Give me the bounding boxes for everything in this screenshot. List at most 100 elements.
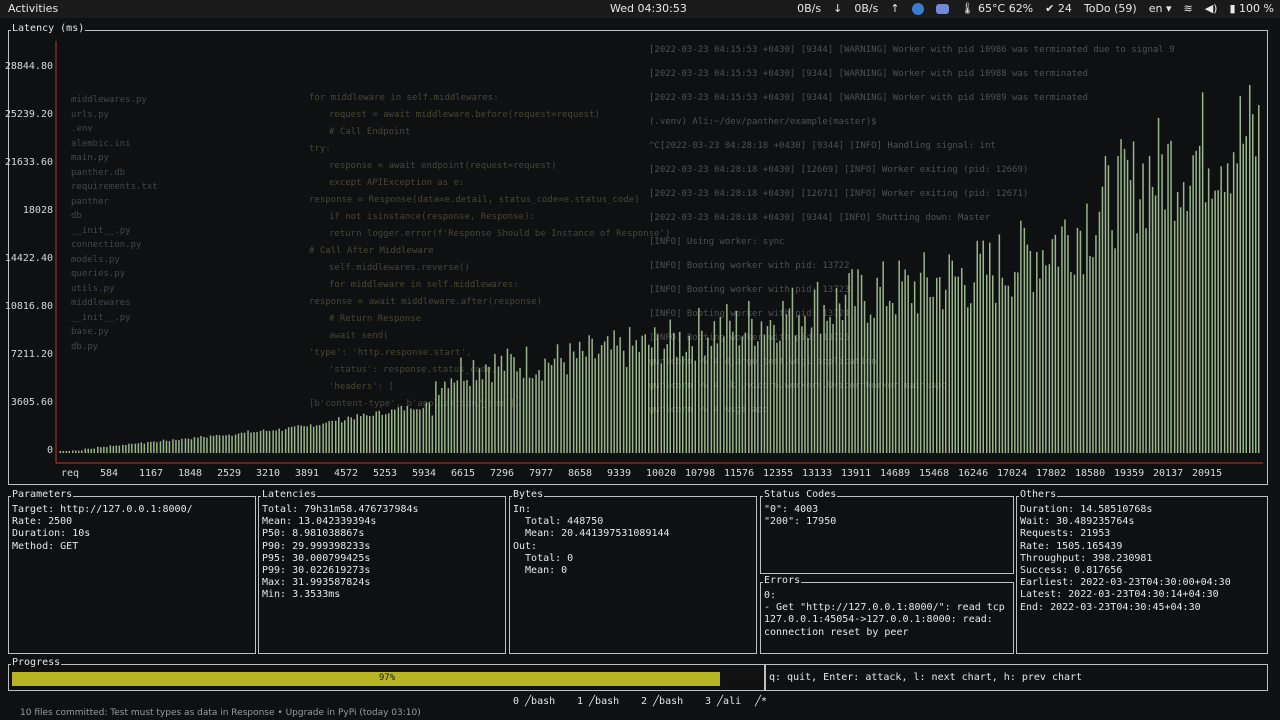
tmux-window-3[interactable]: 3 ╱ali — [705, 696, 741, 707]
latency-bar — [1186, 150, 1197, 454]
latency-bar — [309, 424, 321, 453]
latency-bar — [860, 274, 872, 453]
latency-bar — [222, 434, 233, 453]
latency-bar — [547, 344, 559, 453]
latency-bar — [97, 446, 108, 453]
upload-arrow-icon: ↑ — [890, 2, 900, 15]
latency-bar — [1123, 141, 1135, 454]
latency-bar — [372, 410, 383, 453]
latency-bar — [1086, 203, 1097, 453]
latency-bar — [122, 443, 133, 453]
latency-bar — [923, 252, 934, 453]
latency-bar — [572, 341, 584, 453]
activities-button[interactable]: Activities — [8, 2, 58, 15]
latency-bar — [710, 316, 722, 453]
latency-bar — [497, 348, 509, 453]
latency-bar — [773, 300, 784, 453]
latency-bar — [209, 434, 221, 453]
help-panel: q: quit, Enter: attack, l: next chart, h… — [764, 664, 1268, 691]
bytes-panel: Bytes In: Total: 448750 Mean: 20.4413975… — [509, 489, 757, 654]
battery-icon: ▮ — [1229, 2, 1236, 15]
discord-icon[interactable] — [935, 3, 949, 14]
latency-bar — [1161, 140, 1172, 454]
chevron-down-icon: ▾ — [1165, 2, 1172, 15]
latencies-panel: Latencies Total: 79h31m58.476737984s Mea… — [258, 489, 506, 654]
clock[interactable]: Wed 04:30:53 — [610, 2, 687, 15]
latency-bar — [72, 450, 83, 453]
latency-bar — [172, 438, 183, 453]
others-panel: Others Duration: 14.58510768s Wait: 30.4… — [1016, 489, 1268, 654]
latency-bar — [1211, 166, 1222, 454]
latency-bar — [247, 430, 258, 453]
latency-bar — [698, 307, 709, 453]
latency-bar — [986, 242, 997, 453]
system-tray: 0B/s ↓ 0B/s ↑ 🌡 65°C 62% ✔ 24 ToDo (59) … — [797, 2, 1274, 15]
latency-bar — [1073, 227, 1085, 453]
latency-bar — [1061, 219, 1072, 453]
latency-bar — [848, 269, 859, 453]
temperature-value: 65°C 62% — [978, 2, 1034, 15]
latency-bar — [510, 354, 521, 453]
latency-bar — [810, 281, 822, 453]
updates-indicator[interactable]: ✔ 24 — [1045, 2, 1072, 15]
progress-title: Progress — [11, 657, 62, 668]
others-content: Duration: 14.58510768s Wait: 30.48923576… — [1020, 504, 1231, 613]
bytes-title: Bytes — [512, 489, 545, 502]
updates-count: 24 — [1057, 2, 1072, 15]
thermometer-icon: 🌡 — [960, 2, 975, 15]
errors-panel: Errors 0: - Get "http://127.0.0.1:8000/"… — [760, 575, 1014, 654]
latency-bar — [1223, 152, 1235, 454]
latency-bar — [1011, 220, 1022, 453]
net-down-speed: 0B/s — [797, 2, 822, 15]
latency-bar — [535, 358, 546, 453]
tmux-window-0[interactable]: 0 ╱bash — [513, 696, 555, 707]
latency-bar — [597, 336, 609, 453]
ide-status-text: 10 files committed: Test must types as d… — [20, 708, 421, 718]
latency-bar — [184, 437, 196, 453]
latency-bar — [1136, 163, 1147, 453]
tmux-window-1[interactable]: 1 ╱bash — [577, 696, 619, 707]
latency-bar — [1198, 92, 1210, 454]
tmux-window-current[interactable]: ╱* — [755, 696, 767, 707]
language-selector[interactable]: en ▾ — [1149, 2, 1172, 15]
latency-bar — [159, 439, 171, 453]
latency-bar — [284, 426, 296, 453]
latency-bar — [1048, 234, 1060, 453]
latency-bar — [447, 378, 459, 453]
latencies-content: Total: 79h31m58.476737984s Mean: 13.0423… — [262, 504, 419, 601]
errors-content: 0: - Get "http://127.0.0.1:8000/": read … — [764, 590, 1005, 638]
check-icon: ✔ — [1045, 2, 1055, 15]
latency-bar — [998, 234, 1010, 453]
latency-bar — [335, 417, 346, 453]
latency-bar — [1236, 96, 1247, 453]
latency-bar — [760, 320, 772, 453]
latency-bar — [973, 240, 984, 453]
tmux-window-list: 0 ╱bash 1 ╱bash 2 ╱bash 3 ╱ali ╱* — [0, 694, 1280, 708]
latency-bar — [685, 335, 696, 453]
latency-bar — [410, 408, 421, 453]
volume-icon[interactable]: ◀) — [1205, 2, 1218, 15]
browser-icon[interactable] — [911, 2, 924, 15]
download-arrow-icon: ↓ — [833, 2, 843, 15]
latency-chart: for middleware in self.middlewares: reque… — [5, 23, 1268, 485]
wifi-icon[interactable]: ≋ — [1184, 2, 1193, 15]
todo-indicator[interactable]: ToDo (59) — [1084, 2, 1137, 15]
latency-bar — [735, 310, 747, 453]
tmux-window-2[interactable]: 2 ╱bash — [641, 696, 683, 707]
battery-indicator[interactable]: ▮ 100 % — [1229, 2, 1274, 15]
latency-bar — [1036, 250, 1047, 453]
status-codes-content: "0": 4003 "200": 17950 — [764, 504, 837, 528]
latency-bar — [948, 254, 959, 453]
latency-bar — [660, 319, 671, 453]
progress-panel: Progress 97% — [8, 657, 766, 691]
latency-bar — [1249, 84, 1260, 454]
latency-plot — [55, 41, 1263, 464]
latency-bar — [585, 335, 596, 453]
latency-bar — [522, 346, 534, 453]
latency-bar — [385, 409, 396, 453]
latency-bar — [347, 414, 358, 453]
latency-bar — [59, 451, 70, 453]
temperature-indicator: 🌡 65°C 62% — [961, 2, 1034, 15]
latency-bar — [472, 360, 484, 453]
latency-bar — [723, 304, 734, 453]
